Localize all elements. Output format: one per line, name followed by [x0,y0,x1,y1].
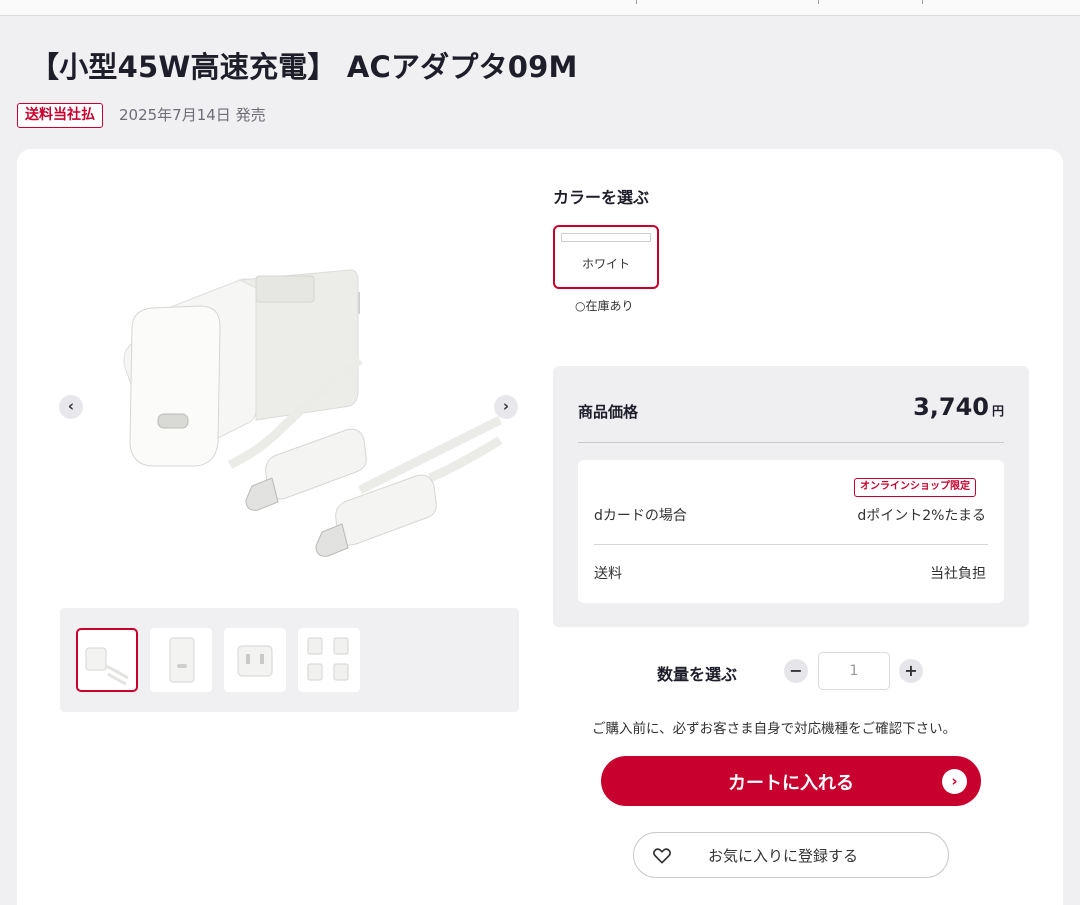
quantity-decrease-button[interactable]: − [784,659,808,683]
chevron-left-icon[interactable]: ‹ [59,395,83,419]
add-to-cart-label: カートに入れる [728,773,854,794]
color-heading: カラーを選ぶ [553,188,650,207]
product-image [60,210,520,590]
thumbnail-item[interactable] [224,628,286,692]
add-to-favorites-label: お気に入りに登録する [708,847,859,865]
release-date: 2025年7月14日 発売 [119,106,266,124]
add-to-favorites-button[interactable]: お気に入りに登録する [633,832,949,878]
chevron-right-icon: › [942,769,967,794]
divider [578,442,1004,443]
price-unit: 円 [991,404,1004,418]
nav-divider [636,0,637,4]
thumbnail-item[interactable] [150,628,212,692]
shipping-badge: 送料当社払 [17,103,103,128]
nav-divider [818,0,819,4]
color-option-label: ホワイト [581,257,630,271]
chevron-right-icon[interactable]: › [494,395,518,419]
online-limited-badge: オンラインショップ限定 [854,478,976,497]
stock-status: ○在庫あり [575,299,634,313]
color-swatch [561,233,651,242]
thumbnail-strip [60,608,519,712]
price-value: 3,740 円 [900,393,1004,421]
heart-icon [652,846,672,866]
shipping-label: 送料 [594,566,622,582]
thumbnail-item[interactable] [298,628,360,692]
quantity-label: 数量を選ぶ [657,665,738,684]
shipping-value: 当社負担 [930,566,986,582]
nav-divider [922,0,923,4]
quantity-input[interactable]: 1 [818,652,890,690]
price-number: 3,740 [913,393,989,421]
product-title: 【小型45W高速充電】 ACアダプタ09M [30,50,578,84]
add-to-cart-button[interactable]: カートに入れる › [601,756,981,806]
price-label: 商品価格 [578,403,639,421]
dcard-value: dポイント2%たまる [857,508,986,524]
top-navigation-bar [0,0,1080,16]
color-option-white[interactable]: ホワイト [553,225,659,289]
compatibility-notice: ご購入前に、必ずお客さま自身で対応機種をご確認下さい。 [592,721,957,737]
thumbnail-item[interactable] [76,628,138,692]
quantity-increase-button[interactable]: + [899,659,923,683]
divider [594,544,988,545]
dcard-label: dカードの場合 [594,508,687,524]
